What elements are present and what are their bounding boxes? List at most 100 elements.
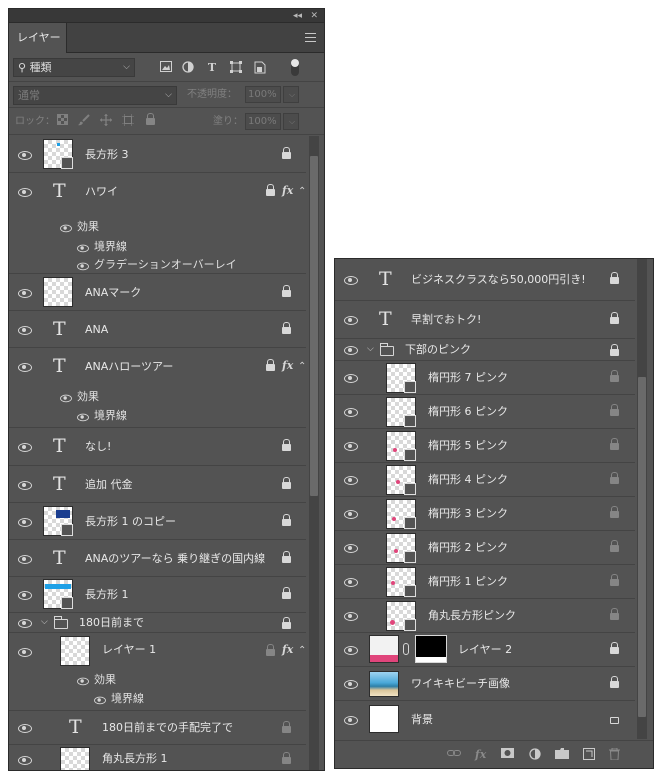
- layer-row[interactable]: T ANA: [9, 311, 306, 348]
- layer-row[interactable]: T なし!: [9, 428, 306, 466]
- chevron-down-icon[interactable]: ⌵: [41, 616, 48, 628]
- visibility-eye-icon[interactable]: [343, 509, 359, 519]
- visibility-eye-icon[interactable]: [17, 187, 33, 197]
- panel-menu-icon[interactable]: [305, 33, 316, 42]
- filter-toggle-icon[interactable]: [291, 59, 299, 76]
- visibility-eye-icon[interactable]: [17, 554, 33, 564]
- visibility-eye-icon[interactable]: [17, 590, 33, 600]
- layer-row[interactable]: 角丸長方形ピンク: [335, 599, 635, 633]
- layer-row[interactable]: T 早割でおトク!: [335, 301, 635, 339]
- layer-row[interactable]: レイヤー 2: [335, 633, 635, 667]
- visibility-eye-icon[interactable]: [343, 543, 359, 553]
- layer-row[interactable]: 楕円形 1 ピンク: [335, 565, 635, 599]
- fx-icon[interactable]: fx: [282, 644, 293, 656]
- layer-row[interactable]: T ANAのツアーなら 乗り継ぎの国内線: [9, 540, 306, 577]
- layer-row[interactable]: 長方形 1: [9, 577, 306, 613]
- filter-kind-select[interactable]: ⚲ 種類 ⌵: [13, 58, 135, 77]
- collapse-effects-icon[interactable]: ⌃: [298, 186, 306, 198]
- tab-layers[interactable]: レイヤー: [9, 23, 67, 53]
- group-row[interactable]: ⌵ 180日前まで: [9, 613, 306, 633]
- fill-dropdown[interactable]: ⌵: [283, 113, 299, 130]
- visibility-eye-icon[interactable]: [17, 325, 33, 335]
- collapse-effects-icon[interactable]: ⌃: [298, 361, 306, 373]
- layer-row[interactable]: 楕円形 4 ピンク: [335, 463, 635, 497]
- collapse-effects-icon[interactable]: ⌃: [298, 645, 306, 657]
- layer-row[interactable]: 背景: [335, 701, 635, 739]
- layer-row[interactable]: T 追加 代金: [9, 466, 306, 503]
- lock-pixels-brush-icon[interactable]: [77, 114, 91, 128]
- group-row[interactable]: ⌵ 下部のピンク: [335, 339, 635, 361]
- visibility-eye-icon[interactable]: [343, 715, 359, 725]
- adjustment-filter-icon[interactable]: [181, 61, 195, 75]
- layer-row[interactable]: 楕円形 3 ピンク: [335, 497, 635, 531]
- image-filter-icon[interactable]: [159, 61, 173, 75]
- add-layer-style-fx-icon[interactable]: fx: [475, 748, 486, 762]
- layer-row[interactable]: 楕円形 7 ピンク: [335, 361, 635, 395]
- layer-row[interactable]: 長方形 3: [9, 136, 306, 173]
- smart-object-filter-icon[interactable]: [253, 61, 267, 75]
- layer-row[interactable]: ワイキキビーチ画像: [335, 667, 635, 701]
- visibility-eye-icon[interactable]: [343, 645, 359, 655]
- layer-row[interactable]: 楕円形 2 ピンク: [335, 531, 635, 565]
- scrollbar-thumb[interactable]: [638, 377, 646, 717]
- new-group-folder-icon[interactable]: [555, 748, 569, 763]
- text-filter-icon[interactable]: T: [205, 61, 219, 75]
- lock-all-icon[interactable]: [146, 113, 155, 125]
- lock-artboard-icon[interactable]: [121, 114, 135, 128]
- visibility-eye-icon[interactable]: [343, 679, 359, 689]
- collapse-icon[interactable]: ◂◂: [293, 10, 302, 22]
- scrollbar-thumb[interactable]: [310, 156, 318, 496]
- shape-filter-icon[interactable]: [229, 61, 243, 75]
- layer-row[interactable]: T ANAハローツアー fx ⌃ 効果 境界線: [9, 348, 306, 428]
- delete-layer-trash-icon[interactable]: [609, 747, 620, 764]
- effects-eye-icon[interactable]: [76, 677, 90, 686]
- link-layers-icon[interactable]: [447, 748, 461, 762]
- layers-scrollbar[interactable]: [309, 136, 319, 770]
- layer-row[interactable]: ANAマーク: [9, 274, 306, 311]
- layer-row[interactable]: 楕円形 6 ピンク: [335, 395, 635, 429]
- effects-eye-icon[interactable]: [59, 224, 73, 233]
- effects-eye-icon[interactable]: [59, 394, 73, 403]
- fill-input[interactable]: 100%: [245, 113, 281, 130]
- fx-icon[interactable]: fx: [282, 185, 293, 197]
- fx-icon[interactable]: fx: [282, 360, 293, 372]
- layer-row[interactable]: T ハワイ fx ⌃ 効果 境界線 グラデーションオーバーレイ: [9, 173, 306, 274]
- visibility-eye-icon[interactable]: [343, 345, 359, 355]
- blend-mode-select[interactable]: 通常 ⌵: [13, 86, 177, 105]
- visibility-eye-icon[interactable]: [17, 517, 33, 527]
- layers-scrollbar[interactable]: [637, 259, 647, 739]
- add-mask-icon[interactable]: [501, 748, 514, 762]
- visibility-eye-icon[interactable]: [343, 441, 359, 451]
- visibility-eye-icon[interactable]: [343, 577, 359, 587]
- opacity-input[interactable]: 100%: [245, 86, 281, 103]
- layer-row[interactable]: T ビジネスクラスなら50,000円引き!: [335, 259, 635, 301]
- effect-eye-icon[interactable]: [76, 262, 90, 271]
- new-layer-icon[interactable]: [583, 748, 595, 764]
- visibility-eye-icon[interactable]: [343, 373, 359, 383]
- layer-row[interactable]: 角丸長方形 1: [9, 745, 306, 770]
- mask-link-icon[interactable]: [403, 643, 409, 655]
- visibility-eye-icon[interactable]: [343, 275, 359, 285]
- layer-row[interactable]: 楕円形 5 ピンク: [335, 429, 635, 463]
- adjustment-layer-icon[interactable]: [529, 748, 541, 764]
- visibility-eye-icon[interactable]: [17, 288, 33, 298]
- layer-row[interactable]: T 180日前までの手配完了で: [9, 711, 306, 745]
- lock-position-move-icon[interactable]: [99, 114, 113, 128]
- chevron-down-icon[interactable]: ⌵: [367, 343, 374, 355]
- effect-eye-icon[interactable]: [93, 696, 107, 705]
- layer-row[interactable]: レイヤー 1 fx ⌃ 効果 境界線: [9, 633, 306, 711]
- visibility-eye-icon[interactable]: [17, 442, 33, 452]
- effect-eye-icon[interactable]: [76, 244, 90, 253]
- visibility-eye-icon[interactable]: [17, 150, 33, 160]
- visibility-eye-icon[interactable]: [17, 362, 33, 372]
- visibility-eye-icon[interactable]: [17, 618, 33, 628]
- visibility-eye-icon[interactable]: [17, 755, 33, 765]
- layer-row[interactable]: 長方形 1 のコピー: [9, 503, 306, 540]
- visibility-eye-icon[interactable]: [343, 475, 359, 485]
- visibility-eye-icon[interactable]: [343, 611, 359, 621]
- visibility-eye-icon[interactable]: [17, 480, 33, 490]
- visibility-eye-icon[interactable]: [343, 407, 359, 417]
- visibility-eye-icon[interactable]: [17, 723, 33, 733]
- close-icon[interactable]: ✕: [310, 10, 318, 22]
- effect-eye-icon[interactable]: [76, 413, 90, 422]
